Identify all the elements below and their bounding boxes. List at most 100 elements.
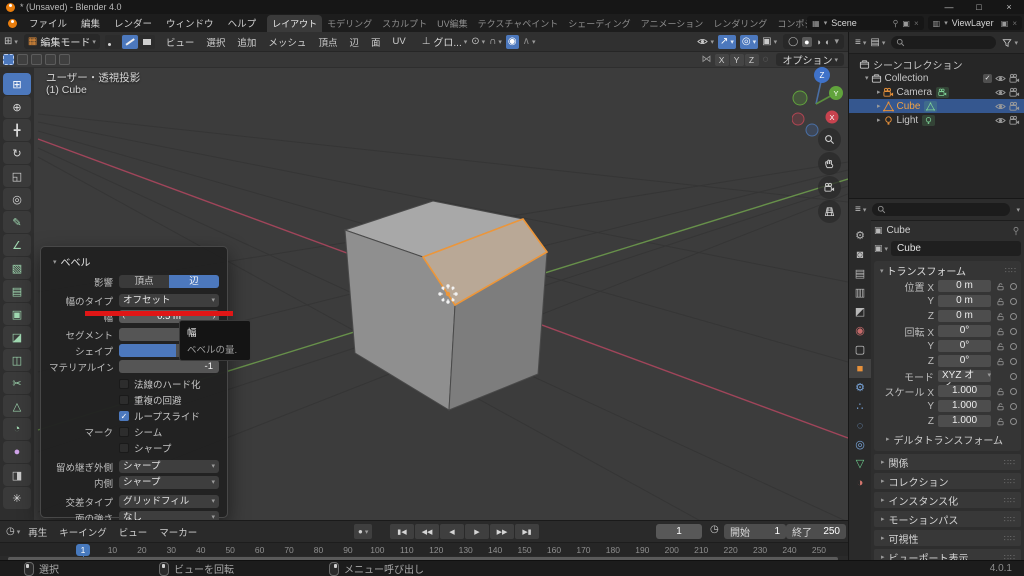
- animate-dot[interactable]: [1010, 343, 1017, 350]
- width-type-dropdown[interactable]: オフセット ▾: [119, 294, 219, 307]
- tool-extrude[interactable]: ▤: [3, 280, 31, 302]
- viewport-3d[interactable]: ⋈ XYZ ◌ オプション ▾ ⊞⊕╋↻◱◎✎∠▧▤▣◪◫✂△◔●◨✳ ユーザー…: [0, 52, 848, 520]
- animate-dot[interactable]: [1010, 418, 1017, 425]
- pin-icon[interactable]: [1011, 226, 1021, 236]
- workspace-tab[interactable]: レンダリング: [708, 15, 772, 32]
- editor-type-button[interactable]: ⊞ ▾: [4, 36, 18, 47]
- tool-loop-cut[interactable]: ◫: [3, 349, 31, 371]
- new-scene-icon[interactable]: ▣: [902, 19, 910, 28]
- properties-tab-modifiers[interactable]: ⚙: [849, 378, 871, 397]
- viewport-menu[interactable]: 頂点: [312, 35, 343, 49]
- workspace-tab[interactable]: テクスチャペイント: [473, 15, 564, 32]
- harden-normals-checkbox[interactable]: [119, 379, 129, 389]
- scene-name[interactable]: Scene: [831, 18, 887, 28]
- chevron-down-icon[interactable]: ▾: [834, 36, 839, 47]
- frame-tick[interactable]: 30: [160, 543, 182, 557]
- tool-spin[interactable]: ◔: [3, 418, 31, 440]
- transport-play-reverse[interactable]: ◀: [440, 524, 464, 539]
- outliner-row-cube-selected[interactable]: ▸ Cube: [849, 99, 1024, 113]
- mirror-axis-button[interactable]: Y: [730, 54, 744, 66]
- blender-menu-icon[interactable]: [8, 19, 17, 28]
- frame-tick[interactable]: 250: [808, 543, 830, 557]
- topbar-menu[interactable]: ファイル: [22, 16, 74, 30]
- value-field[interactable]: 1.000: [938, 385, 991, 397]
- minimize-button[interactable]: —: [934, 2, 964, 12]
- frame-tick[interactable]: 1: [72, 543, 94, 557]
- affect-option[interactable]: 辺: [169, 275, 219, 288]
- shading-solid-button[interactable]: ●: [802, 37, 811, 47]
- properties-tab-object[interactable]: ■: [849, 359, 871, 378]
- remove-viewlayer-icon[interactable]: ×: [1012, 19, 1017, 28]
- tool-inset[interactable]: ▣: [3, 303, 31, 325]
- frame-end-field[interactable]: 終了 250: [786, 524, 846, 539]
- workspace-tab[interactable]: アニメーション: [636, 15, 709, 32]
- timeline-menu[interactable]: キーイング: [53, 525, 113, 539]
- value-field[interactable]: 1.000: [938, 400, 991, 412]
- viewport-menu[interactable]: 追加: [231, 35, 262, 49]
- frame-tick[interactable]: 120: [425, 543, 447, 557]
- grip-icon[interactable]: ∷∷: [1004, 496, 1016, 505]
- frame-tick[interactable]: 170: [572, 543, 594, 557]
- viewport-menu[interactable]: 辺: [343, 35, 365, 49]
- chevron-down-icon[interactable]: ▾: [1016, 206, 1020, 214]
- transport-jump-end[interactable]: ▶▮: [515, 524, 539, 539]
- breadcrumb-object[interactable]: Cube: [887, 225, 911, 236]
- lock-icon[interactable]: [994, 297, 1007, 306]
- transport-prev-keyframe[interactable]: ◀◀: [415, 524, 439, 539]
- select-option-invert[interactable]: [45, 54, 56, 65]
- frame-tick[interactable]: 70: [278, 543, 300, 557]
- value-field[interactable]: 0°: [938, 325, 991, 337]
- mark-sharp-checkbox[interactable]: [119, 443, 129, 453]
- properties-tab-world[interactable]: ◉: [849, 321, 871, 340]
- frame-tick[interactable]: 40: [190, 543, 212, 557]
- grip-icon[interactable]: ∷∷: [1004, 477, 1016, 486]
- workspace-tab[interactable]: レイアウト: [267, 15, 322, 32]
- workspace-tab[interactable]: スカルプト: [377, 15, 432, 32]
- topbar-menu[interactable]: 編集: [74, 16, 107, 30]
- value-field[interactable]: 0 m: [938, 310, 991, 322]
- workspace-tab[interactable]: モデリング: [322, 15, 377, 32]
- unlink-scene-icon[interactable]: ×: [914, 19, 919, 28]
- shading-material-button[interactable]: ◑: [816, 37, 821, 47]
- transform-panel-header[interactable]: ▾ トランスフォーム ∷∷: [878, 263, 1017, 278]
- lock-icon[interactable]: [994, 417, 1007, 426]
- snap-button[interactable]: ∩ ▾: [489, 36, 502, 47]
- grip-icon[interactable]: ∷∷: [1005, 266, 1017, 275]
- workspace-tab[interactable]: コンポジティング: [772, 15, 807, 32]
- properties-search-input[interactable]: [872, 203, 1010, 216]
- lock-icon[interactable]: [994, 312, 1007, 321]
- collapsed-panel[interactable]: ▸ モーションパス ∷∷: [874, 511, 1021, 527]
- frame-tick[interactable]: 60: [249, 543, 271, 557]
- pivot-point-button[interactable]: ⊙ ▾: [471, 36, 485, 47]
- value-field[interactable]: 0 m: [938, 280, 991, 292]
- current-frame-field[interactable]: 1: [656, 524, 702, 539]
- properties-tab-constraints[interactable]: ◎: [849, 435, 871, 454]
- outliner-search-input[interactable]: [891, 36, 996, 49]
- frame-tick[interactable]: 160: [543, 543, 565, 557]
- material-index-field[interactable]: -1: [119, 360, 219, 373]
- frame-tick[interactable]: 100: [366, 543, 388, 557]
- zoom-view-button[interactable]: [818, 128, 841, 151]
- tool-rotate[interactable]: ↻: [3, 142, 31, 164]
- frame-tick[interactable]: 80: [308, 543, 330, 557]
- tool-smooth[interactable]: ●: [3, 441, 31, 463]
- viewport-menu[interactable]: 選択: [200, 35, 231, 49]
- hide-eye-icon[interactable]: [995, 101, 1006, 112]
- properties-tab-material[interactable]: ◑: [849, 473, 871, 492]
- object-name-field[interactable]: Cube: [891, 241, 1021, 256]
- outliner-editor-button[interactable]: ≡ ▾: [855, 37, 866, 48]
- value-field[interactable]: 0°: [938, 340, 991, 352]
- properties-tab-physics[interactable]: ◌: [849, 416, 871, 435]
- grip-icon[interactable]: ∷∷: [1004, 458, 1016, 467]
- tool-knife[interactable]: ✂: [3, 372, 31, 394]
- move-view-button[interactable]: [818, 152, 841, 175]
- tool-scale[interactable]: ◱: [3, 165, 31, 187]
- new-viewlayer-icon[interactable]: ▣: [1001, 19, 1009, 28]
- frame-tick[interactable]: 140: [484, 543, 506, 557]
- face-strength-dropdown[interactable]: なし ▾: [119, 511, 219, 520]
- light-data-icon[interactable]: [922, 115, 935, 126]
- select-option-new[interactable]: [3, 54, 14, 65]
- frame-tick[interactable]: 10: [101, 543, 123, 557]
- workspace-tab[interactable]: シェーディング: [563, 15, 635, 32]
- tool-bevel[interactable]: ◪: [3, 326, 31, 348]
